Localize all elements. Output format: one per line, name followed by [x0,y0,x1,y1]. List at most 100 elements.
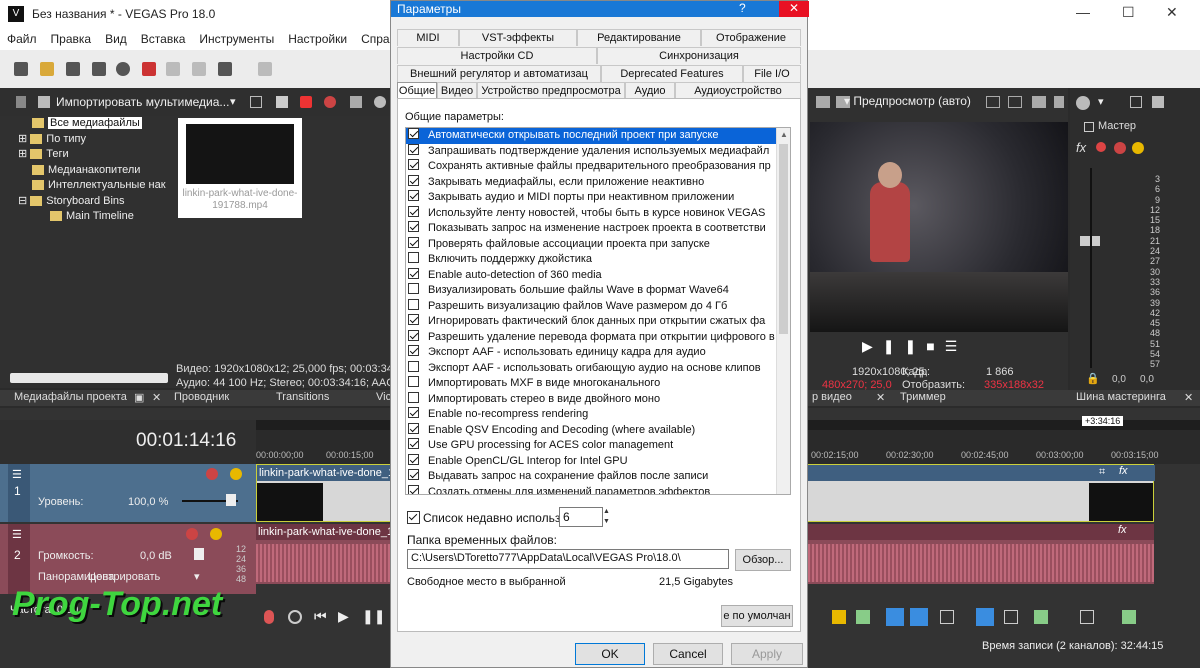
tab-deprecated-features[interactable]: Deprecated Features [601,65,743,82]
tab-audio[interactable]: Аудио [625,82,675,99]
mixer-icon[interactable] [1152,96,1164,108]
option-row[interactable]: Use GPU processing for ACES color manage… [406,438,790,454]
gear-icon-master[interactable] [1076,96,1090,110]
auto-crossfade-icon[interactable] [910,608,928,626]
audio-track-header[interactable]: ☰ 2 Громкость: 0,0 dB Панорамирова Центр… [0,524,256,594]
render-icon[interactable] [92,62,106,76]
menu-icon[interactable]: ☰ [12,468,22,481]
save-snapshot-icon[interactable] [1032,96,1046,108]
copy-icon[interactable] [166,62,180,76]
option-row[interactable]: Показывать запрос на изменение настроек … [406,221,790,237]
open-folder-icon[interactable] [40,62,54,76]
solo-icon[interactable] [1132,142,1144,154]
option-checkbox[interactable] [408,283,419,294]
option-row[interactable]: Запрашивать подтверждение удаления испол… [406,143,790,160]
play-icon[interactable]: ▶ [862,338,883,354]
menu-options[interactable]: Настройки [281,28,354,50]
tree-scrollbar[interactable] [10,373,168,383]
gear-icon-fx[interactable] [1096,142,1106,152]
preview-settings-icon[interactable] [816,96,830,108]
new-project-icon[interactable] [14,62,28,76]
tree-item-main-timeline[interactable]: Main Timeline [14,209,172,225]
option-checkbox[interactable] [408,360,419,372]
tab-editing[interactable]: Редактирование [577,29,701,46]
effects-icon[interactable] [324,96,336,108]
fx-icon[interactable]: fx [1119,465,1128,477]
cancel-button[interactable]: Cancel [653,643,723,665]
option-row[interactable]: Разрешить визуализацию файлов Wave разме… [406,298,790,315]
insert-bus-icon[interactable] [1130,96,1142,108]
capture-icon[interactable] [250,96,262,108]
fx-icon[interactable]: fx [1076,140,1086,155]
import-media-icon[interactable] [38,96,50,108]
option-checkbox[interactable] [408,469,419,480]
redo-icon[interactable] [258,62,272,76]
option-checkbox[interactable] [408,159,419,170]
pan-crop-icon[interactable]: ⌗ [1099,466,1105,479]
option-checkbox[interactable] [408,407,419,418]
region-icon[interactable] [856,610,870,624]
option-checkbox[interactable] [408,252,419,263]
option-row[interactable]: Используйте ленту новостей, чтобы быть в… [406,205,790,222]
option-row[interactable]: Закрывать медиафайлы, если приложение не… [406,174,790,191]
option-checkbox[interactable] [408,143,419,155]
undo-icon[interactable] [218,62,232,76]
menu-edit[interactable]: Правка [44,28,99,50]
scroll-up-icon[interactable]: ▲ [780,130,788,139]
tab-video-preview[interactable]: р видео [812,391,852,403]
marker-icon[interactable] [832,610,846,624]
option-checkbox[interactable] [408,298,419,310]
scroll-thumb[interactable] [779,144,788,334]
tree-item-smart-bins[interactable]: Интеллектуальные нак [14,178,172,194]
tab-explorer[interactable]: Проводник [174,391,229,403]
option-checkbox[interactable] [408,236,419,248]
close-icon[interactable]: ✕ [876,391,885,404]
option-checkbox[interactable] [408,314,419,325]
tab-video[interactable]: Видео [437,82,477,99]
option-checkbox[interactable] [408,438,419,449]
tab-audio-device[interactable]: Аудиоустройство [675,82,801,99]
option-row[interactable]: Разрешить удаление перевода формата при … [406,329,790,346]
option-checkbox[interactable] [408,205,419,217]
video-track-header[interactable]: ☰ 1 Уровень: 100,0 % [0,464,256,522]
play-icon[interactable]: ▶ [338,608,349,625]
zoom-icon[interactable] [1080,610,1094,624]
option-row[interactable]: Enable auto-detection of 360 media [406,267,790,284]
close-icon[interactable]: ✕ [779,1,809,17]
option-row[interactable]: Импортировать стерео в виде двойного мон… [406,391,790,408]
tab-vst-effects[interactable]: VST-эффекты [459,29,577,46]
maximize-icon[interactable]: ☐ [1122,4,1135,21]
lock-icon[interactable]: 🔒 [1086,372,1100,385]
chevron-down-icon[interactable]: ▾ [230,95,236,108]
collapse-icon[interactable]: ⊟ [18,195,30,207]
close-window-icon[interactable]: ✕ [1166,4,1178,21]
tab-cd-settings[interactable]: Настройки CD [397,47,597,64]
menu-tools[interactable]: Инструменты [192,28,281,50]
option-row[interactable]: Enable no-recompress rendering [406,407,790,423]
stop-icon[interactable]: ■ [926,338,944,354]
option-row[interactable]: Закрывать аудио и MIDI порты при неактив… [406,190,790,206]
menu-icon[interactable]: ☰ [945,338,968,354]
video-preview-frame[interactable] [810,122,1068,332]
menu-view[interactable]: Вид [98,28,134,50]
mute-icon[interactable] [186,528,198,540]
selection-icon[interactable] [1004,610,1018,624]
record-icon[interactable] [264,610,274,624]
pan-slider-handle[interactable]: ▾ [194,570,200,583]
option-row[interactable]: Включить поддержку джойстика [406,252,790,268]
option-checkbox[interactable] [408,391,419,403]
snapshot-icon[interactable] [1008,96,1022,108]
tree-item-tags[interactable]: ⊞ Теги [14,147,172,163]
paste-icon[interactable] [192,62,206,76]
option-checkbox[interactable] [408,267,419,279]
close-icon[interactable]: ▣ [134,391,144,404]
pause-icon[interactable]: ❚❚ [883,338,926,354]
option-checkbox[interactable] [408,422,419,434]
tree-item-by-type[interactable]: ⊞ По типу [14,132,172,148]
tab-sync[interactable]: Синхронизация [597,47,801,64]
option-checkbox[interactable] [408,174,419,186]
level-slider-handle[interactable] [226,494,236,506]
help-icon[interactable]: ? [739,1,746,15]
master-checkbox[interactable] [1084,122,1094,132]
option-row[interactable]: Создать отмены для изменений параметров … [406,484,790,494]
